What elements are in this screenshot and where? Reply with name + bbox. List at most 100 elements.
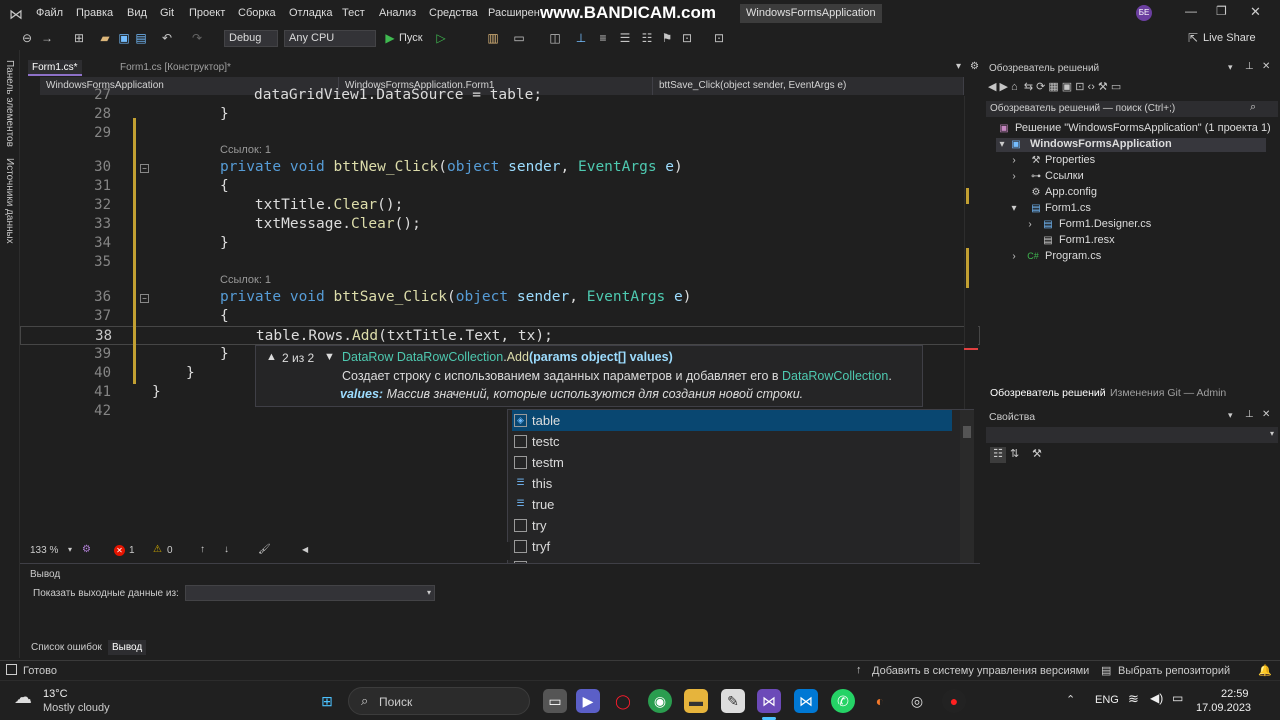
tree-references[interactable]: › ⊶ Ссылки (1008, 170, 1208, 184)
settings-icon[interactable]: ⚙ (970, 61, 979, 72)
completion-item[interactable]: ☰ true (512, 494, 952, 515)
config-select[interactable]: Debug (224, 30, 278, 47)
bookmark-icon[interactable]: ⚑ (660, 31, 674, 45)
tree-form1[interactable]: ▾ ▤ Form1.cs (1008, 202, 1208, 216)
completion-item[interactable]: ◈ table (512, 410, 952, 431)
save-icon[interactable]: ▣ (117, 31, 131, 45)
completion-item[interactable]: tryf (512, 536, 952, 557)
collapse-toggle[interactable]: − (140, 164, 149, 173)
toolbar-tool-icon[interactable]: ☷ (640, 31, 654, 45)
battery-icon[interactable]: ▭ (1172, 691, 1183, 705)
tree-form1-designer[interactable]: › ▤ Form1.Designer.cs (1024, 218, 1224, 232)
collapse-toggle[interactable]: − (140, 294, 149, 303)
expand-icon[interactable]: ▾ (996, 139, 1008, 151)
prev-issue-icon[interactable]: ↑ (200, 544, 205, 555)
run-icon[interactable]: ▶ (383, 31, 397, 45)
warning-count[interactable]: 0 (167, 545, 173, 556)
completion-item[interactable]: testm (512, 452, 952, 473)
se-tab-git-changes[interactable]: Изменения Git — Admin (1110, 387, 1226, 399)
tree-program[interactable]: › C# Program.cs (1008, 250, 1208, 264)
menu-debug[interactable]: Отладка (289, 7, 332, 19)
menu-test[interactable]: Тест (342, 7, 365, 19)
completion-item[interactable]: try (512, 515, 952, 536)
output-tab-output[interactable]: Вывод (108, 640, 147, 655)
panel-menu-icon[interactable]: ▾ (1228, 62, 1233, 73)
se-tab-solution[interactable]: Обозреватель решений (990, 387, 1106, 399)
maximize-button[interactable]: ❐ (1216, 4, 1227, 18)
add-to-source-control[interactable]: Добавить в систему управления версиями (872, 665, 1089, 677)
tree-form1-resx[interactable]: ▤ Form1.resx (1024, 234, 1224, 248)
notepad-icon[interactable]: ✎ (721, 689, 745, 713)
volume-icon[interactable]: ◀) (1150, 691, 1163, 705)
categorized-icon[interactable]: ☷ (990, 447, 1006, 463)
taskbar-search[interactable]: ⌕ Поиск (348, 687, 530, 715)
tab-form1-designer[interactable]: Form1.cs [Конструктор]* (116, 60, 235, 76)
code-lens-references[interactable]: Ссылок: 1 (220, 144, 271, 156)
repository-icon[interactable]: ▤ (1101, 664, 1111, 677)
tab-overflow-icon[interactable]: ▾ (956, 61, 961, 72)
vs-logo-icon[interactable]: ⋈ (9, 6, 25, 22)
close-button[interactable]: ✕ (1250, 4, 1261, 20)
overload-up-icon[interactable]: ▲ (266, 351, 277, 363)
zoom-dropdown-icon[interactable]: ▾ (68, 545, 72, 554)
menu-view[interactable]: Вид (127, 7, 147, 19)
panel-close-icon[interactable]: ✕ (1262, 409, 1270, 420)
pin-icon[interactable]: ⊥ (1245, 409, 1254, 420)
sync-icon[interactable]: ⇆ ⟳ ▦ ▣ ⊡ ‹› ⚒ ▭ (1024, 81, 1121, 93)
solution-search-input[interactable]: Обозреватель решений — поиск (Ctrl+;) (986, 101, 1278, 117)
toolbar-tool-icon[interactable]: ▭ (512, 31, 526, 45)
pin-icon[interactable]: ⊥ (1245, 61, 1254, 72)
user-avatar[interactable]: БЕ (1136, 5, 1152, 21)
obs-icon[interactable]: ◎ (905, 689, 929, 713)
expand-icon[interactable]: › (1008, 251, 1020, 263)
tree-properties[interactable]: › ⚒ Properties (1008, 154, 1208, 168)
tree-project[interactable]: ▾ ▣ WindowsFormsApplication (996, 138, 1266, 152)
clock-time[interactable]: 22:59 (1221, 688, 1249, 700)
live-share-button[interactable]: Live Share (1203, 32, 1256, 44)
toolbox-tab[interactable]: Панель элементов (4, 60, 15, 147)
menu-analyze[interactable]: Анализ (379, 7, 416, 19)
toolbar-tool-icon[interactable]: ⊥ (574, 31, 588, 45)
completion-item[interactable]: testc (512, 431, 952, 452)
blender-icon[interactable]: ◐ (868, 689, 892, 713)
tree-app-config[interactable]: ⚙ App.config (1008, 186, 1208, 200)
menu-build[interactable]: Сборка (238, 7, 276, 19)
new-project-icon[interactable]: ⊞ (72, 31, 86, 45)
minimize-button[interactable]: — (1185, 4, 1197, 18)
properties-object-select[interactable]: ▾ (986, 427, 1278, 443)
vscode-icon[interactable]: ⋈ (794, 689, 818, 713)
expand-icon[interactable]: ▾ (1008, 203, 1020, 215)
wifi-icon[interactable]: ≋ (1128, 691, 1139, 707)
select-repository[interactable]: Выбрать репозиторий (1118, 665, 1230, 677)
menu-edit[interactable]: Правка (76, 7, 113, 19)
code-cleanup-icon[interactable]: ⚙ (82, 544, 91, 555)
code-lens-references[interactable]: Ссылок: 1 (220, 274, 271, 286)
meet-icon[interactable]: ▶ (576, 689, 600, 713)
weather-icon[interactable]: ☁ (14, 687, 32, 708)
menu-git[interactable]: Git (160, 7, 174, 19)
menu-project[interactable]: Проект (189, 7, 225, 19)
toolbar-tool-icon[interactable]: ☰ (618, 31, 632, 45)
chrome-icon[interactable]: ◉ (648, 689, 672, 713)
output-source-select[interactable]: ▾ (185, 585, 435, 601)
toolbar-tool-icon[interactable]: ≡ (596, 31, 610, 45)
data-sources-tab[interactable]: Источники данных (4, 158, 15, 244)
toolbar-tool-icon[interactable]: ⊡ (712, 31, 726, 45)
weather-desc[interactable]: Mostly cloudy (43, 702, 110, 714)
completion-item[interactable]: ☰ this (512, 473, 952, 494)
weather-temp[interactable]: 13°C (43, 688, 68, 700)
expand-icon[interactable]: › (1008, 171, 1020, 183)
whatsapp-icon[interactable]: ✆ (831, 689, 855, 713)
toolbar-tool-icon[interactable]: ⊡ (680, 31, 694, 45)
search-icon[interactable]: ⌕ (1250, 101, 1256, 114)
tray-overflow-icon[interactable]: ⌃ (1066, 693, 1075, 706)
toolbar-tool-icon[interactable]: ◫ (548, 31, 562, 45)
visual-studio-icon[interactable]: ⋈ (757, 689, 781, 713)
run-button-label[interactable]: Пуск (399, 32, 423, 44)
scroll-left-icon[interactable]: ◀ (302, 545, 308, 554)
output-tab-errors[interactable]: Список ошибок (31, 642, 102, 653)
file-explorer-icon[interactable]: ▬ (684, 689, 708, 713)
back-icon[interactable]: ◀ ▶ ⌂ (988, 81, 1018, 93)
menu-extensions[interactable]: Расширени (488, 7, 540, 19)
notifications-icon[interactable]: 🔔 (1258, 664, 1272, 677)
